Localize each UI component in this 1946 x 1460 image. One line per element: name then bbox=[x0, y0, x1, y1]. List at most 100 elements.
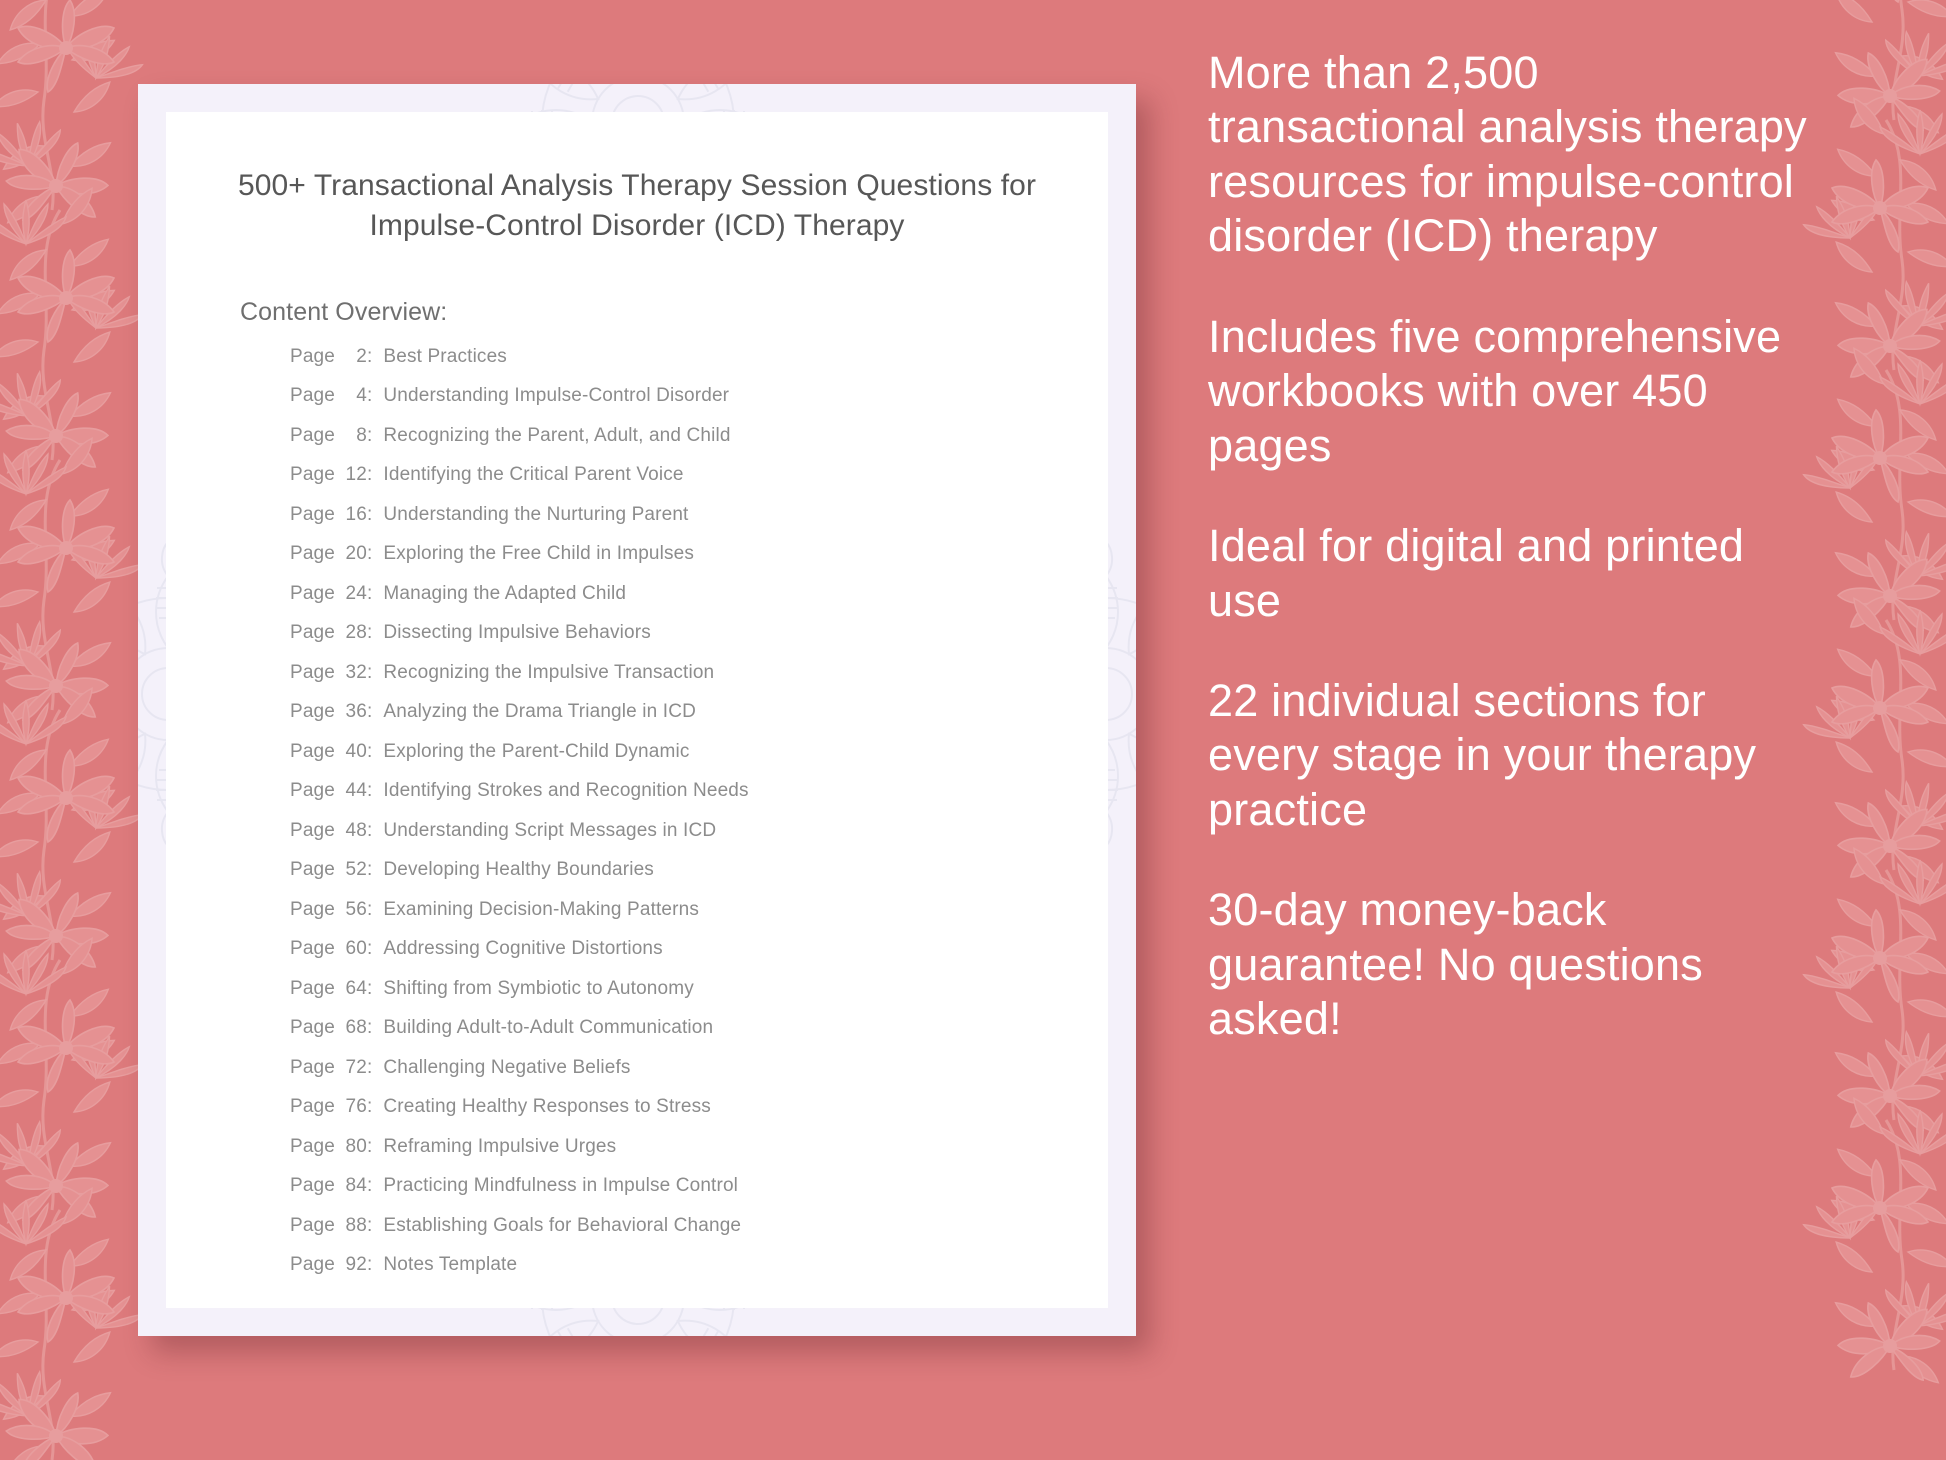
toc-page-word: Page bbox=[290, 1056, 335, 1078]
toc-row: Page 88: Establishing Goals for Behavioral… bbox=[290, 1216, 1060, 1256]
toc-separator: : bbox=[366, 1175, 373, 1197]
toc-entry-title: Recognizing the Parent, Adult, and Child bbox=[383, 424, 731, 446]
toc-row: Page 52: Developing Healthy Boundaries bbox=[290, 860, 1060, 900]
toc-separator: : bbox=[366, 1254, 373, 1276]
toc-row: Page 32: Recognizing the Impulsive Transac… bbox=[290, 663, 1060, 703]
toc-separator: : bbox=[366, 503, 373, 525]
toc-row: Page 40: Exploring the Parent-Child Dynami… bbox=[290, 742, 1060, 782]
toc-row: Page 92: Notes Template bbox=[290, 1255, 1060, 1295]
toc-separator: : bbox=[366, 819, 373, 841]
toc-page-word: Page bbox=[290, 1135, 335, 1157]
toc-entry-title: Recognizing the Impulsive Transaction bbox=[383, 661, 715, 683]
toc-row: Page 76: Creating Healthy Responses to Str… bbox=[290, 1097, 1060, 1137]
toc-page-number: 24 bbox=[345, 582, 367, 604]
marketing-column: More than 2,500 transactional analysis t… bbox=[1208, 46, 1808, 1047]
toc-page-number: 44 bbox=[345, 780, 367, 802]
toc-page-number: 28 bbox=[345, 622, 367, 644]
toc-separator: : bbox=[366, 1135, 373, 1157]
toc-entry-title: Exploring the Free Child in Impulses bbox=[383, 543, 695, 565]
toc-separator: : bbox=[366, 780, 373, 802]
toc-row: Page 72: Challenging Negative Beliefs bbox=[290, 1058, 1060, 1098]
toc-page-word: Page bbox=[290, 661, 335, 683]
toc-page-number: 16 bbox=[345, 503, 367, 525]
toc-row: Page 64: Shifting from Symbiotic to Autono… bbox=[290, 979, 1060, 1019]
toc-entry-title: Examining Decision-Making Patterns bbox=[383, 898, 699, 920]
toc-page-word: Page bbox=[290, 543, 335, 565]
toc-separator: : bbox=[366, 859, 373, 881]
toc-page-number: 2 bbox=[356, 345, 367, 367]
document-page: 500+ Transactional Analysis Therapy Sess… bbox=[166, 112, 1108, 1308]
toc-page-number: 80 bbox=[345, 1135, 367, 1157]
toc-page-number: 56 bbox=[345, 898, 367, 920]
toc-page-word: Page bbox=[290, 345, 335, 367]
toc-row: Page 2: Best Practices bbox=[290, 347, 1060, 387]
toc-separator: : bbox=[366, 464, 373, 486]
toc-page-number: 4 bbox=[356, 385, 367, 407]
toc-page-word: Page bbox=[290, 1214, 335, 1236]
toc-entry-title: Notes Template bbox=[383, 1254, 518, 1276]
toc-page-word: Page bbox=[290, 385, 335, 407]
toc-page-number: 32 bbox=[345, 661, 367, 683]
toc-row: Page 56: Examining Decision-Making Pattern… bbox=[290, 900, 1060, 940]
marketing-block: More than 2,500 transactional analysis t… bbox=[1208, 47, 1807, 262]
toc-entry-title: Developing Healthy Boundaries bbox=[383, 859, 654, 881]
toc-page-word: Page bbox=[290, 780, 335, 802]
toc-page-number: 72 bbox=[345, 1056, 367, 1078]
toc-page-word: Page bbox=[290, 582, 335, 604]
toc-row: Page 12: Identifying the Critical Parent V… bbox=[290, 465, 1060, 505]
toc-page-word: Page bbox=[290, 1096, 335, 1118]
toc-entry-title: Exploring the Parent-Child Dynamic bbox=[383, 740, 690, 762]
toc-page-word: Page bbox=[290, 977, 335, 999]
toc-page-number: 84 bbox=[345, 1175, 367, 1197]
toc-row: Page 8: Recognizing the Parent, Adult, and… bbox=[290, 426, 1060, 466]
toc-entry-title: Reframing Impulsive Urges bbox=[383, 1135, 617, 1157]
toc-page-number: 68 bbox=[345, 1017, 367, 1039]
toc-page-number: 60 bbox=[345, 938, 367, 960]
toc-row: Page 80: Reframing Impulsive Urges bbox=[290, 1137, 1060, 1177]
toc-entry-title: Establishing Goals for Behavioral Change bbox=[383, 1214, 742, 1236]
toc-entry-title: Addressing Cognitive Distortions bbox=[383, 938, 663, 960]
toc-page-number: 8 bbox=[356, 424, 367, 446]
toc-page-word: Page bbox=[290, 1017, 335, 1039]
toc-page-number: 92 bbox=[345, 1254, 367, 1276]
toc-page-word: Page bbox=[290, 938, 335, 960]
toc-page-word: Page bbox=[290, 898, 335, 920]
toc-separator: : bbox=[366, 622, 373, 644]
toc-entry-title: Best Practices bbox=[383, 345, 507, 367]
toc-page-word: Page bbox=[290, 1175, 335, 1197]
marketing-block: Includes five comprehensive workbooks wi… bbox=[1208, 310, 1782, 471]
toc-separator: : bbox=[366, 543, 373, 565]
toc-separator: : bbox=[366, 898, 373, 920]
toc-entry-title: Dissecting Impulsive Behaviors bbox=[383, 622, 651, 644]
toc-page-word: Page bbox=[290, 424, 335, 446]
toc-page-number: 64 bbox=[345, 977, 367, 999]
toc-separator: : bbox=[366, 1056, 373, 1078]
toc-page-number: 76 bbox=[345, 1096, 367, 1118]
toc-page-number: 40 bbox=[345, 740, 367, 762]
document-title: 500+ Transactional Analysis Therapy Sess… bbox=[237, 169, 1037, 242]
marketing-block: 30-day money-back guarantee! No question… bbox=[1208, 884, 1703, 1045]
toc-page-number: 36 bbox=[345, 701, 367, 723]
toc-separator: : bbox=[366, 938, 373, 960]
toc-entry-title: Shifting from Symbiotic to Autonomy bbox=[383, 977, 694, 999]
toc-separator: : bbox=[366, 661, 373, 683]
toc-entry-title: Understanding the Nurturing Parent bbox=[383, 503, 689, 525]
toc-row: Page 24: Managing the Adapted Child bbox=[290, 584, 1060, 624]
toc-separator: : bbox=[366, 424, 373, 446]
marketing-block: Ideal for digital and printed use bbox=[1208, 520, 1745, 626]
toc-page-number: 12 bbox=[345, 464, 367, 486]
toc-entry-title: Creating Healthy Responses to Stress bbox=[383, 1096, 711, 1118]
toc-row: Page 48: Understanding Script Messages in … bbox=[290, 821, 1060, 861]
toc-row: Page 36: Analyzing the Drama Triangle in I… bbox=[290, 702, 1060, 742]
toc-entry-title: Understanding Impulse-Control Disorder bbox=[383, 385, 730, 407]
toc-separator: : bbox=[366, 1214, 373, 1236]
toc-row: Page 16: Understanding the Nurturing Paren… bbox=[290, 505, 1060, 545]
toc-page-word: Page bbox=[290, 464, 335, 486]
toc-entry-title: Practicing Mindfulness in Impulse Contro… bbox=[383, 1175, 739, 1197]
toc-separator: : bbox=[366, 1096, 373, 1118]
toc-separator: : bbox=[366, 582, 373, 604]
toc-row: Page 28: Dissecting Impulsive Behaviors bbox=[290, 623, 1060, 663]
toc-entry-title: Managing the Adapted Child bbox=[383, 582, 627, 604]
toc-page-number: 20 bbox=[345, 543, 367, 565]
toc-separator: : bbox=[366, 1017, 373, 1039]
